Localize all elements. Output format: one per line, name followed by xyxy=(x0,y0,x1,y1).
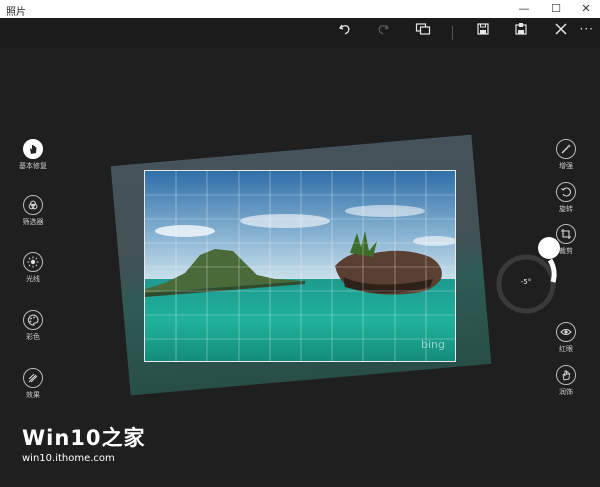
tool-rotate[interactable]: 旋转 xyxy=(546,182,586,214)
photo-image xyxy=(145,171,455,361)
tool-label: 光线 xyxy=(26,275,40,283)
title-bar: 照片 — ☐ ✕ xyxy=(0,0,600,18)
close-window-button[interactable]: ✕ xyxy=(572,0,600,18)
maximize-button[interactable]: ☐ xyxy=(542,0,570,18)
hand-icon xyxy=(556,365,576,385)
site-watermark: Win10之家 win10.ithome.com xyxy=(22,422,146,464)
tool-label: 效果 xyxy=(26,391,40,399)
photo-canvas[interactable]: bing xyxy=(144,170,456,362)
palette-icon xyxy=(23,310,43,330)
tool-label: 旋转 xyxy=(559,205,573,213)
watermark-main: Win10之家 xyxy=(22,426,146,450)
save-icon xyxy=(477,23,489,35)
undo-button[interactable] xyxy=(331,22,359,36)
rotation-dial-handle[interactable] xyxy=(494,230,564,320)
effects-icon xyxy=(23,368,43,388)
compare-icon xyxy=(415,23,431,35)
tool-enhance[interactable]: 增强 xyxy=(546,139,586,171)
tool-basic-fix[interactable]: 基本修复 xyxy=(13,139,53,171)
tool-label: 红眼 xyxy=(559,345,573,353)
redo-button[interactable] xyxy=(369,22,397,36)
cancel-button[interactable] xyxy=(547,22,575,36)
tool-light[interactable]: 光线 xyxy=(13,252,53,284)
hand-icon xyxy=(23,139,43,159)
window-title: 照片 xyxy=(6,7,26,18)
sun-icon xyxy=(23,252,43,272)
tool-effects[interactable]: 效果 xyxy=(13,368,53,400)
tool-label: 基本修复 xyxy=(19,162,47,170)
tool-label: 增强 xyxy=(559,162,573,170)
compare-button[interactable] xyxy=(409,22,437,36)
bing-watermark: bing xyxy=(421,338,445,351)
filter-icon xyxy=(23,195,43,215)
redo-icon xyxy=(378,24,390,35)
tool-label: 润饰 xyxy=(559,388,573,396)
save-button[interactable] xyxy=(469,22,497,36)
tool-label: 彩色 xyxy=(26,333,40,341)
rotate-icon xyxy=(556,182,576,202)
eye-icon xyxy=(556,322,576,342)
close-icon xyxy=(555,23,567,35)
tool-filters[interactable]: 筛选器 xyxy=(13,195,53,227)
tool-red-eye[interactable]: 红眼 xyxy=(546,322,586,354)
toolbar-divider xyxy=(452,26,453,40)
wand-icon xyxy=(556,139,576,159)
tool-retouch[interactable]: 润饰 xyxy=(546,365,586,397)
more-options-button[interactable]: ··· xyxy=(580,22,594,36)
watermark-sub: win10.ithome.com xyxy=(22,453,115,464)
tool-color[interactable]: 彩色 xyxy=(13,310,53,342)
tool-label: 筛选器 xyxy=(22,218,44,226)
undo-icon xyxy=(338,24,350,35)
minimize-button[interactable]: — xyxy=(510,0,538,18)
save-copy-button[interactable] xyxy=(507,22,535,36)
toolbar xyxy=(0,18,600,48)
save-copy-icon xyxy=(515,23,527,35)
